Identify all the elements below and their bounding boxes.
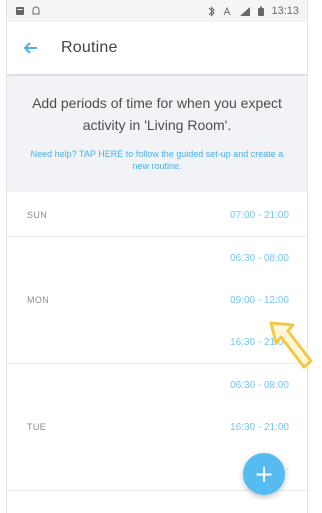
time-list: 06:30 - 08:00 09:00 - 12:00 16:30 - 21:0… — [230, 237, 289, 363]
routine-description: Add periods of time for when you expect … — [32, 95, 282, 133]
add-routine-button[interactable]: + — [243, 453, 285, 495]
time-slot[interactable]: 07:00 - 21:00 — [230, 194, 289, 236]
notification-icon — [15, 6, 25, 16]
routine-schedule: SUN 07:00 - 21:00 MON 06:30 - 08:00 09:0… — [7, 192, 307, 491]
time-slot[interactable]: 06:30 - 08:00 — [230, 364, 289, 406]
arrow-left-icon — [23, 42, 37, 54]
time-list: 07:00 - 21:00 — [230, 194, 289, 236]
day-row-mon: MON 06:30 - 08:00 09:00 - 12:00 16:30 - … — [7, 237, 307, 364]
status-left — [15, 6, 41, 16]
routine-info-card: Add periods of time for when you expect … — [7, 74, 307, 192]
plus-icon: + — [253, 460, 275, 488]
day-row-sun: SUN 07:00 - 21:00 — [7, 194, 307, 237]
wifi-data-icon — [222, 6, 233, 17]
guided-setup-link[interactable]: Need help? TAP HERE to follow the guided… — [25, 148, 289, 172]
time-slot[interactable]: 16:30 - 21:00 — [230, 321, 289, 363]
status-right: 13:13 — [207, 5, 299, 17]
time-slot[interactable]: 06:30 - 08:00 — [230, 237, 289, 279]
app-bar: Routine — [7, 22, 307, 74]
time-slot[interactable]: 09:00 - 12:00 — [230, 279, 289, 321]
battery-icon — [257, 6, 265, 17]
alarm-icon — [31, 6, 41, 16]
page-title: Routine — [61, 39, 118, 56]
status-bar: 13:13 — [7, 0, 307, 22]
day-label: MON — [27, 295, 50, 305]
status-time: 13:13 — [271, 5, 299, 17]
time-slot[interactable]: 16:30 - 21:00 — [230, 406, 289, 448]
back-button[interactable] — [23, 40, 39, 56]
day-label: SUN — [27, 210, 48, 220]
bluetooth-icon — [207, 5, 216, 17]
phone-screen: 13:13 Routine Add periods of time for wh… — [6, 0, 308, 513]
signal-icon — [239, 6, 251, 17]
day-label: TUE — [27, 422, 47, 432]
